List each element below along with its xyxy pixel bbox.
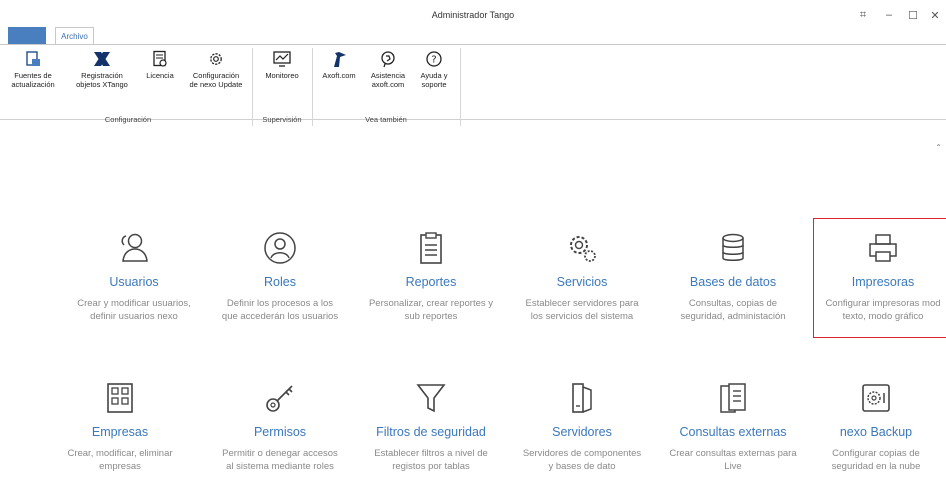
monitor-icon (273, 51, 291, 67)
backup-safe-icon (862, 384, 890, 412)
tile-filtros-de-seguridad[interactable]: Filtros de seguridad Establecer filtros … (361, 376, 501, 473)
licencia-button[interactable]: Licencia (140, 50, 180, 80)
settings-gear-icon (210, 53, 222, 65)
ribbon: Fuentes de actualización Registración ob… (0, 44, 946, 152)
collapse-ribbon-icon[interactable]: ⌃ (935, 143, 942, 152)
tile-reportes[interactable]: Reportes Personalizar, crear reportes y … (361, 226, 501, 323)
tile-description: Personalizar, crear reportes y sub repor… (368, 298, 494, 322)
tile-description: Servidores de componentes y bases de dat… (522, 448, 642, 472)
ribbon-separator (312, 48, 313, 126)
tile-title: nexo Backup (839, 425, 913, 439)
tile-title: Consultas externas (679, 425, 787, 439)
asistencia-axoft-button[interactable]: Asistencia axoft.com (364, 50, 412, 89)
monitoreo-button[interactable]: Monitoreo (256, 50, 308, 80)
tab-archivo[interactable]: Archivo (55, 27, 94, 45)
maximize-button[interactable]: ☐ (906, 9, 920, 22)
update-sources-icon (26, 51, 40, 66)
tile-description: Definir los procesos a los que accederán… (221, 298, 339, 322)
tile-title: Permisos (253, 425, 307, 439)
services-gears-icon (570, 236, 596, 262)
key-icon (266, 385, 293, 412)
tile-description: Crear, modificar, eliminar empresas (67, 448, 173, 472)
tile-description: Crear consultas externas para Live (669, 448, 797, 472)
external-query-icon (720, 383, 746, 413)
server-icon (572, 383, 592, 413)
tile-description: Permitir o denegar accesos al sistema me… (222, 448, 338, 472)
users-icon (121, 233, 148, 262)
tile-roles[interactable]: Roles Definir los procesos a los que acc… (210, 226, 350, 323)
svg-text:?: ? (431, 55, 436, 66)
file-menu-button[interactable] (8, 27, 46, 44)
minimize-button[interactable]: – (882, 9, 896, 21)
assistance-icon (381, 51, 395, 68)
configuracion-label: Configuración de nexo Update (189, 71, 243, 89)
license-icon (153, 50, 167, 67)
tile-bases-de-datos[interactable]: Bases de datos Consultas, copias de segu… (663, 226, 803, 323)
ribbon-separator (252, 48, 253, 126)
clipboard-report-icon (420, 232, 442, 264)
help-icon: ? (426, 51, 442, 67)
axoft-label: Axoft.com (322, 71, 356, 80)
title-bar: Administrador Tango ⌗ – ☐ ✕ (0, 0, 946, 30)
tile-description: Establecer servidores para los servicios… (525, 298, 639, 322)
window-title: Administrador Tango (431, 10, 515, 20)
selection-highlight (813, 218, 946, 338)
tile-description: Configurar copias de seguridad en la nub… (831, 448, 921, 472)
tile-description: Crear y modificar usuarios, definir usua… (77, 298, 191, 322)
ayuda-label: Ayuda y soporte (420, 71, 448, 89)
role-avatar-icon (264, 232, 296, 264)
tile-title: Usuarios (109, 275, 159, 289)
tile-description: Establecer filtros a nivel de registos p… (374, 448, 488, 472)
fuentes-actualizacion-button[interactable]: Fuentes de actualización (2, 50, 64, 89)
tile-description: Consultas, copias de seguridad, administ… (680, 298, 786, 322)
ribbon-separator (460, 48, 461, 126)
tile-empresas[interactable]: Empresas Crear, modificar, eliminar empr… (50, 376, 190, 473)
group-configuracion-label: Configuración (104, 115, 152, 124)
registracion-label: Registración objetos XTango (76, 71, 128, 89)
tile-title: Bases de datos (689, 275, 777, 289)
building-icon (107, 383, 133, 413)
tile-servicios[interactable]: Servicios Establecer servidores para los… (512, 226, 652, 323)
tile-title: Filtros de seguridad (376, 425, 486, 439)
filter-funnel-icon (416, 384, 446, 413)
tile-servidores[interactable]: Servidores Servidores de componentes y b… (512, 376, 652, 473)
configuracion-nexo-update-button[interactable]: Configuración de nexo Update (184, 50, 248, 89)
ayuda-soporte-button[interactable]: ? Ayuda y soporte (412, 50, 456, 89)
restore-layout-icon[interactable]: ⌗ (856, 9, 870, 22)
tile-permisos[interactable]: Permisos Permitir o denegar accesos al s… (210, 376, 350, 473)
tile-title: Servidores (552, 425, 612, 439)
tile-title: Servicios (556, 275, 608, 289)
fuentes-label: Fuentes de actualización (11, 71, 55, 89)
monitoreo-label: Monitoreo (265, 71, 299, 80)
tile-usuarios[interactable]: Usuarios Crear y modificar usuarios, def… (64, 226, 204, 323)
database-icon (722, 233, 744, 261)
tile-title: Reportes (405, 275, 457, 289)
group-supervision-label: Supervisión (262, 115, 302, 124)
tile-title: Empresas (91, 425, 149, 439)
tile-consultas-externas[interactable]: Consultas externas Crear consultas exter… (663, 376, 803, 473)
xtango-icon (94, 52, 110, 66)
axoft-com-button[interactable]: Axoft.com (316, 50, 362, 80)
asistencia-label: Asistencia axoft.com (370, 71, 406, 89)
tile-nexo-backup[interactable]: nexo Backup Configurar copias de segurid… (806, 376, 946, 473)
licencia-label: Licencia (146, 71, 174, 80)
close-button[interactable]: ✕ (928, 9, 942, 22)
registracion-objetos-button[interactable]: Registración objetos XTango (70, 50, 134, 89)
axoft-logo-icon (334, 52, 346, 67)
tile-title: Roles (264, 275, 296, 289)
group-vea-tambien-label: Vea también (365, 115, 407, 124)
